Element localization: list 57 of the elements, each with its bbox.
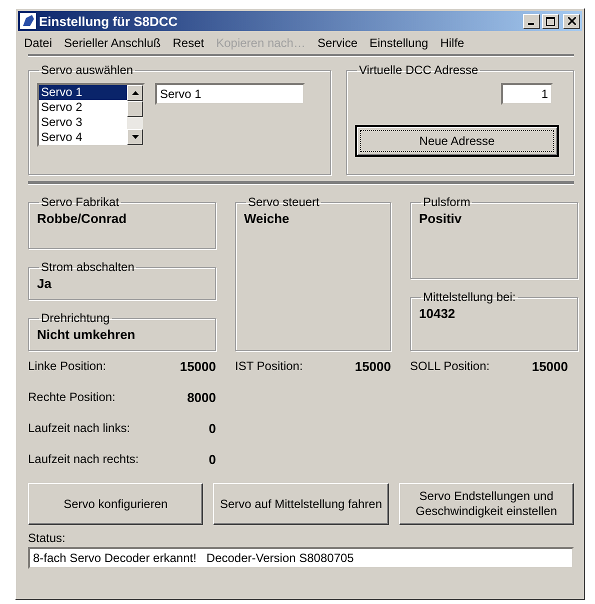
readout-value: 8000 bbox=[187, 390, 216, 407]
list-item[interactable]: Servo 3 bbox=[39, 115, 127, 130]
maximize-button[interactable] bbox=[542, 14, 559, 28]
readout-label: Laufzeit nach links: bbox=[28, 421, 130, 437]
action-button[interactable]: Servo Endstellungen und Geschwindigkeit einstellen bbox=[398, 483, 574, 525]
list-item[interactable]: Servo 4 bbox=[39, 130, 127, 145]
readout-value: 15000 bbox=[532, 359, 568, 376]
scroll-down-button[interactable] bbox=[127, 129, 143, 145]
list-item[interactable]: Servo 1 bbox=[39, 85, 127, 100]
group-label: Strom abschalten bbox=[40, 260, 136, 274]
group-value: Positiv bbox=[419, 211, 462, 226]
group-label: Virtuelle DCC Adresse bbox=[358, 63, 480, 77]
readout-value: 15000 bbox=[354, 359, 391, 376]
list-item[interactable]: Servo 2 bbox=[39, 100, 127, 115]
window-title: Einstellung für S8DCC bbox=[39, 14, 179, 28]
readout-value: 0 bbox=[208, 421, 216, 438]
menu-item[interactable]: Hilfe bbox=[440, 36, 464, 50]
group-value: Weiche bbox=[244, 211, 290, 226]
scroll-up-button[interactable] bbox=[127, 85, 143, 101]
address-field[interactable]: 1 bbox=[501, 83, 553, 105]
action-button[interactable]: Servo konfigurieren bbox=[28, 483, 204, 525]
menu-item[interactable]: Datei bbox=[24, 36, 52, 50]
action-button[interactable]: Servo auf Mittelstellung fahren bbox=[213, 483, 389, 525]
group-value: Robbe/Conrad bbox=[37, 211, 127, 226]
readout-value: 15000 bbox=[180, 359, 216, 376]
minimize-button[interactable] bbox=[523, 14, 540, 28]
group-label: Servo Fabrikat bbox=[40, 195, 120, 209]
close-icon bbox=[568, 17, 576, 25]
servo-list[interactable]: Servo 1 Servo 2 Servo 3 Servo 4 bbox=[37, 83, 145, 147]
app-icon bbox=[20, 13, 36, 29]
status-label: Status: bbox=[28, 531, 66, 545]
down-arrow-icon bbox=[132, 135, 138, 139]
readout-label: Laufzeit nach rechts: bbox=[28, 452, 139, 468]
readout-label: SOLL Position: bbox=[410, 359, 490, 375]
group-value: Nicht umkehren bbox=[37, 327, 136, 342]
menu-item[interactable]: Serieller Anschluß bbox=[64, 36, 161, 50]
status-field: 8-fach Servo Decoder erkannt! Decoder-Version S8080705 bbox=[28, 547, 574, 569]
readout-value: 0 bbox=[208, 452, 216, 469]
group-label: Servo steuert bbox=[247, 195, 320, 209]
group-label: Pulsform bbox=[422, 195, 472, 209]
close-button[interactable] bbox=[563, 14, 580, 28]
readout-label: IST Position: bbox=[235, 359, 303, 375]
readout-label: Rechte Position: bbox=[28, 390, 116, 406]
up-arrow-icon bbox=[132, 91, 138, 95]
group-label: Servo auswählen bbox=[40, 63, 134, 77]
readout-label: Linke Position: bbox=[28, 359, 106, 375]
new-address-button[interactable]: Neue Adresse bbox=[355, 125, 559, 157]
group-value: 10432 bbox=[419, 306, 456, 321]
menu-item[interactable]: Service bbox=[317, 36, 358, 50]
group-label: Mittelstellung bei: bbox=[422, 290, 517, 304]
menu-item[interactable]: Reset bbox=[172, 36, 204, 50]
menu-item[interactable]: Einstellung bbox=[370, 36, 428, 50]
group-label: Drehrichtung bbox=[40, 311, 111, 325]
scroll-thumb[interactable] bbox=[127, 101, 143, 117]
servo-name-field[interactable]: Servo 1 bbox=[155, 83, 305, 105]
maximize-icon bbox=[546, 16, 555, 26]
group-value: Ja bbox=[37, 276, 52, 291]
